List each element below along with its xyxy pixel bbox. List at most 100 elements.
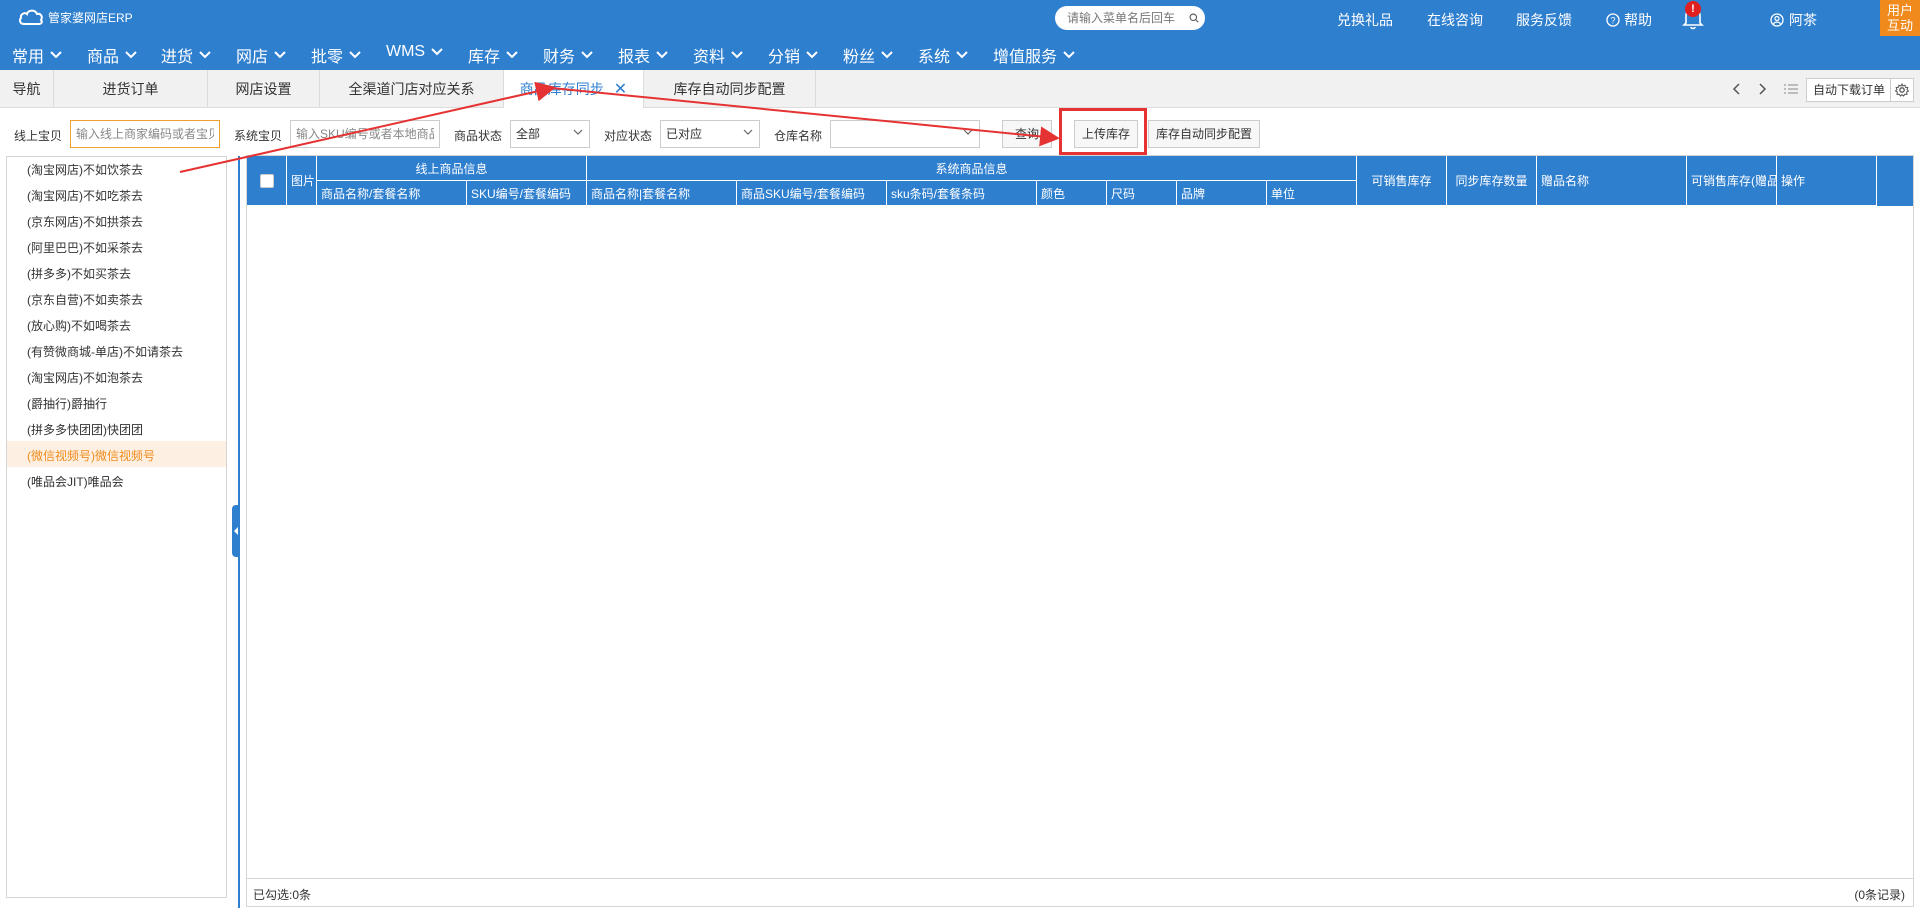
nav-label: 系统 [918, 49, 951, 66]
col-unit[interactable]: 单位 [1267, 181, 1357, 206]
system-item-input[interactable] [290, 120, 440, 148]
nav-item-shop[interactable]: 网店 [236, 43, 286, 67]
chevron-down-icon [506, 51, 518, 59]
col-gift-name[interactable]: 赠品名称 [1537, 156, 1687, 206]
selected-count: 已勾选:0条 [253, 888, 312, 902]
auto-sync-config-button[interactable]: 库存自动同步配置 [1148, 120, 1260, 148]
col-image[interactable]: 图片 [287, 156, 317, 206]
notification-badge: ! [1685, 1, 1701, 17]
chevron-left-icon [1732, 83, 1740, 95]
shop-item[interactable]: (淘宝网店)不如饮茶去 [27, 161, 143, 178]
tab-scroll-left-icon[interactable] [1724, 70, 1748, 108]
col-brand[interactable]: 品牌 [1177, 181, 1267, 206]
col-actions[interactable]: 操作 [1777, 156, 1877, 206]
nav-label: 常用 [12, 49, 45, 66]
user-interact-button[interactable]: 用户 互动 [1880, 0, 1920, 36]
tab-omnichannel-store-mapping[interactable]: 全渠道门店对应关系 [320, 70, 504, 108]
tab-purchase-orders[interactable]: 进货订单 [54, 70, 208, 108]
match-status-label: 对应状态 [604, 129, 653, 143]
col-size[interactable]: 尺码 [1107, 181, 1177, 206]
select-all-cell [247, 156, 287, 206]
app-logo[interactable]: 管家婆网店ERP [18, 8, 133, 26]
user-interact-line2: 互动 [1886, 18, 1913, 33]
col-sellable-stock[interactable]: 可销售库存 [1357, 156, 1447, 206]
shop-item[interactable]: (爵抽行)爵抽行 [27, 395, 107, 412]
tab-label: 进货订单 [102, 81, 159, 97]
user-interact-line1: 用户 [1886, 3, 1913, 18]
online-consult-link[interactable]: 在线咨询 [1427, 10, 1483, 30]
col-online-name[interactable]: 商品名称/套餐名称 [317, 181, 467, 206]
match-status-select[interactable]: 已对应 [660, 120, 760, 148]
tab-shop-settings[interactable]: 网店设置 [208, 70, 320, 108]
tab-list-icon[interactable] [1779, 70, 1803, 108]
menu-search-input[interactable] [1067, 11, 1187, 25]
user-menu[interactable]: 阿茶 [1770, 10, 1817, 30]
col-system-sku[interactable]: 商品SKU编号/套餐编码 [737, 181, 887, 206]
group-system-info: 系统商品信息 [587, 156, 1357, 181]
product-status-label: 商品状态 [454, 129, 503, 143]
shop-item[interactable]: (京东自营)不如卖茶去 [27, 291, 143, 308]
chevron-down-icon [731, 51, 743, 59]
settings-button[interactable] [1890, 78, 1914, 102]
chevron-down-icon [274, 51, 286, 59]
col-gift-sellable-stock[interactable]: 可销售库存(赠品) [1687, 156, 1777, 206]
close-icon[interactable]: ✕ [614, 79, 627, 99]
nav-item-system[interactable]: 系统 [918, 43, 968, 67]
menu-search[interactable] [1055, 6, 1205, 30]
warehouse-select[interactable] [830, 120, 980, 148]
nav-item-purchase[interactable]: 进货 [161, 43, 211, 67]
help-link[interactable]: ? 帮助 [1606, 10, 1652, 30]
service-feedback-link[interactable]: 服务反馈 [1516, 10, 1572, 30]
nav-item-wms[interactable]: WMS [386, 43, 443, 61]
col-system-name[interactable]: 商品名称|套餐名称 [587, 181, 737, 206]
shop-item[interactable]: (拼多多)不如买茶去 [27, 265, 131, 282]
shop-item[interactable]: (拼多多快团团)快团团 [27, 421, 143, 438]
tab-scroll-right-icon[interactable] [1751, 70, 1775, 108]
shop-item[interactable]: (淘宝网店)不如吃茶去 [27, 187, 143, 204]
shop-item[interactable]: (阿里巴巴)不如采茶去 [27, 239, 143, 256]
tab-navigation[interactable]: 导航 [0, 70, 54, 108]
shop-item[interactable]: (放心购)不如喝茶去 [27, 317, 131, 334]
shop-item-selected[interactable]: (微信视频号)微信视频号 [27, 447, 155, 464]
nav-item-finance[interactable]: 财务 [543, 43, 593, 67]
online-item-input[interactable] [70, 120, 220, 148]
nav-item-reports[interactable]: 报表 [618, 43, 668, 67]
nav-label: 资料 [693, 49, 726, 66]
nav-item-value-added[interactable]: 增值服务 [993, 43, 1075, 67]
chevron-down-icon [806, 51, 818, 59]
nav-item-common[interactable]: 常用 [12, 43, 62, 67]
collapse-panel-handle[interactable] [232, 505, 240, 557]
select-all-checkbox[interactable] [259, 173, 274, 188]
search-icon[interactable] [1189, 11, 1199, 25]
svg-text:?: ? [1610, 16, 1615, 26]
match-status-value: 已对应 [666, 127, 703, 141]
col-online-sku[interactable]: SKU编号/套餐编码 [467, 181, 587, 206]
nav-item-goods[interactable]: 商品 [87, 43, 137, 67]
shop-item[interactable]: (有赞微商城-单店)不如请茶去 [27, 343, 183, 360]
exchange-gifts-link[interactable]: 兑换礼品 [1337, 10, 1393, 30]
tab-stock-sync[interactable]: 商品库存同步 ✕ [504, 70, 644, 108]
nav-item-inventory[interactable]: 库存 [468, 43, 518, 67]
col-color[interactable]: 颜色 [1037, 181, 1107, 206]
chevron-right-icon [1759, 83, 1767, 95]
auto-download-orders-button[interactable]: 自动下载订单 [1806, 78, 1893, 102]
nav-label: 商品 [87, 49, 120, 66]
warehouse-label: 仓库名称 [774, 129, 823, 143]
tab-auto-sync-config[interactable]: 库存自动同步配置 [644, 70, 816, 108]
col-sync-quantity[interactable]: 同步库存数量 [1447, 156, 1537, 206]
col-system-barcode[interactable]: sku条码/套餐条码 [887, 181, 1037, 206]
stock-sync-grid: 图片 线上商品信息 商品名称/套餐名称 SKU编号/套餐编码 系统商品信息 商品… [246, 155, 1914, 907]
nav-item-distribution[interactable]: 分销 [768, 43, 818, 67]
user-icon [1770, 13, 1784, 27]
record-count: (0条记录) [1854, 888, 1905, 902]
shop-item[interactable]: (京东网店)不如拱茶去 [27, 213, 143, 230]
shop-item[interactable]: (淘宝网店)不如泡茶去 [27, 369, 143, 386]
product-status-select[interactable]: 全部 [510, 120, 590, 148]
nav-item-fans[interactable]: 粉丝 [843, 43, 893, 67]
nav-label: 财务 [543, 49, 576, 66]
shop-item[interactable]: (唯品会JIT)唯品会 [27, 473, 124, 490]
query-button[interactable]: 查询 [1002, 120, 1052, 148]
nav-item-wholesale[interactable]: 批零 [311, 43, 361, 67]
nav-label: 网店 [236, 49, 269, 66]
nav-item-data[interactable]: 资料 [693, 43, 743, 67]
